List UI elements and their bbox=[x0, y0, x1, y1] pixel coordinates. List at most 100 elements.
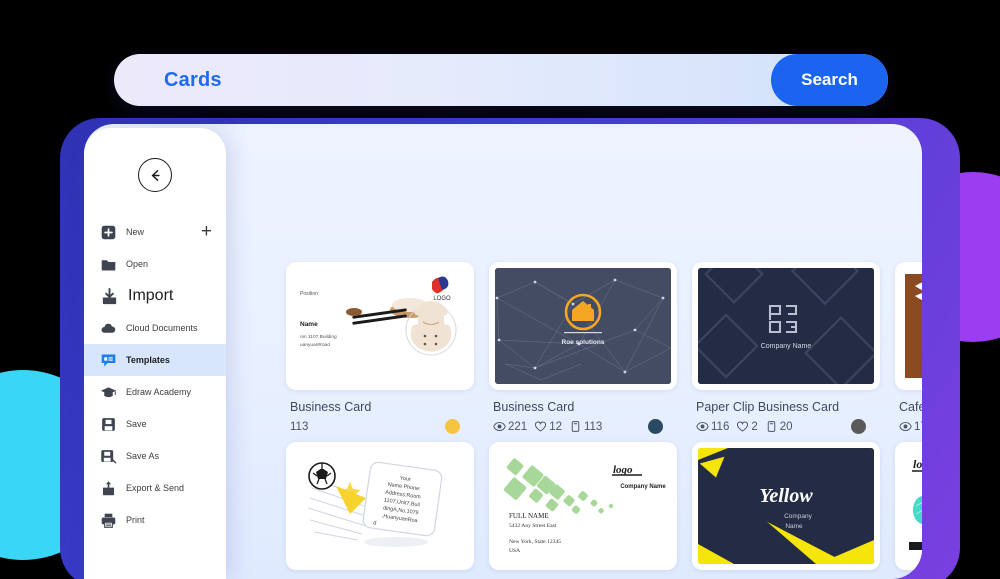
template-stats: 221 12 113 bbox=[493, 419, 677, 434]
sidebar-item-label: New bbox=[126, 227, 145, 237]
yellow-sub-2: Name bbox=[785, 523, 803, 530]
template-title: Cafe Business Card bbox=[899, 400, 922, 414]
avatar bbox=[851, 419, 866, 434]
save-as-icon bbox=[101, 449, 117, 463]
yellow-illustration: Yellow Company Name bbox=[698, 448, 874, 564]
plus-icon[interactable]: + bbox=[201, 222, 212, 241]
sidebar-item-label: Edraw Academy bbox=[126, 387, 192, 397]
sidebar-item-cloud-documents[interactable]: Cloud Documents bbox=[84, 312, 226, 344]
copy-icon bbox=[571, 421, 580, 432]
template-title: Business Card bbox=[290, 400, 372, 414]
monogram-company-label: Company Name bbox=[761, 343, 812, 350]
sidebar: New + Open Import Cloud Documents Templa… bbox=[84, 128, 226, 579]
chef-address-1: om 1107,Building bbox=[300, 334, 337, 340]
template-card[interactable]: LOGO Position Name om 1107,Building uany… bbox=[286, 262, 474, 434]
sidebar-item-save-as[interactable]: Save As bbox=[84, 440, 226, 472]
sidebar-item-label: Save As bbox=[126, 451, 160, 461]
sidebar-item-templates[interactable]: Templates bbox=[84, 344, 226, 376]
yellow-sub-1: Company bbox=[784, 513, 813, 520]
sidebar-item-print[interactable]: Print bbox=[84, 504, 226, 536]
views-stat: 221 bbox=[493, 420, 527, 433]
copies-stat: 113 bbox=[569, 420, 602, 433]
likes-stat: 2 bbox=[736, 420, 758, 433]
template-copies: 20 bbox=[779, 420, 793, 433]
template-stats: 113 bbox=[290, 419, 474, 434]
templates-grid: LOGO Position Name om 1107,Building uany… bbox=[286, 262, 922, 579]
yellow-headline: Yellow bbox=[759, 485, 813, 507]
chef-position-label: Position bbox=[300, 291, 318, 297]
template-stats: 177 2 26 bbox=[899, 419, 922, 434]
sidebar-item-label: Templates bbox=[126, 355, 170, 365]
leaves-street: 5432 Any Street East bbox=[509, 523, 557, 529]
template-views: 177 bbox=[914, 420, 922, 433]
copy-stat: 113 bbox=[290, 421, 308, 433]
template-card[interactable]: Company Name Paper Clip Business Card 11… bbox=[692, 262, 880, 434]
heart-icon bbox=[737, 421, 749, 432]
arrow-left-icon bbox=[151, 169, 160, 181]
eye-icon bbox=[696, 421, 709, 432]
template-card[interactable]: coffee TEL ADD bbox=[895, 262, 922, 434]
template-thumbnail[interactable]: Company Name bbox=[692, 262, 880, 390]
graduation-cap-icon bbox=[100, 386, 117, 397]
template-art-trees: logo bbox=[901, 448, 922, 564]
template-thumbnail[interactable]: LOGO Position Name om 1107,Building uany… bbox=[286, 262, 474, 390]
leaves-full-name: FULL NAME bbox=[509, 512, 549, 520]
template-art-monogram: Company Name bbox=[698, 268, 874, 384]
template-card[interactable]: logo bbox=[895, 442, 922, 579]
template-likes: 12 bbox=[549, 420, 562, 433]
template-thumbnail[interactable]: Roe solutions bbox=[489, 262, 677, 390]
template-thumbnail[interactable]: Your Name Phone: Address:Room 1107,Unit7… bbox=[286, 442, 474, 570]
polygon-illustration: Roe solutions bbox=[495, 268, 671, 384]
cloud-icon bbox=[101, 323, 116, 333]
views-stat: 116 bbox=[696, 420, 729, 433]
back-button[interactable] bbox=[138, 158, 172, 192]
template-title: Business Card bbox=[493, 400, 575, 414]
template-thumbnail[interactable]: Yellow Company Name bbox=[692, 442, 880, 570]
templates-grid-area: LOGO Position Name om 1107,Building uany… bbox=[272, 248, 922, 579]
chef-logo-label: LOGO bbox=[433, 296, 451, 302]
sidebar-item-export-send[interactable]: Export & Send bbox=[84, 472, 226, 504]
chef-illustration: LOGO Position Name om 1107,Building uany… bbox=[292, 268, 468, 384]
template-views: 116 bbox=[711, 420, 730, 433]
template-card[interactable]: Yellow Company Name Business Card Templa… bbox=[692, 442, 880, 579]
heart-icon bbox=[535, 421, 547, 432]
template-stats: 116 2 20 bbox=[696, 419, 880, 434]
import-icon bbox=[102, 287, 117, 304]
template-copies: 113 bbox=[583, 420, 603, 433]
sidebar-item-label: Save bbox=[126, 419, 147, 429]
leaves-company-label: Company Name bbox=[620, 484, 666, 490]
copies-stat: 20 bbox=[765, 420, 793, 433]
eye-icon bbox=[899, 421, 912, 432]
leaves-city: New York, State 12345 bbox=[509, 539, 561, 545]
polygon-company-label: Roe solutions bbox=[562, 339, 605, 346]
chef-name-label: Name bbox=[300, 321, 318, 328]
template-thumbnail[interactable]: coffee TEL ADD bbox=[895, 262, 922, 390]
sidebar-item-open[interactable]: Open bbox=[84, 248, 226, 280]
sidebar-item-label: Import bbox=[128, 287, 174, 304]
template-title: Paper Clip Business Card bbox=[696, 400, 840, 414]
search-bar: Search bbox=[114, 54, 888, 106]
sidebar-item-save[interactable]: Save bbox=[84, 408, 226, 440]
coffee-illustration: coffee TEL ADD bbox=[901, 268, 922, 384]
sidebar-item-edraw-academy[interactable]: Edraw Academy bbox=[84, 376, 226, 408]
views-stat: 177 bbox=[899, 420, 922, 433]
template-art-leaves: logo Company Name FULL NAME 5432 Any Str… bbox=[495, 448, 671, 564]
template-art-yellow: Yellow Company Name bbox=[698, 448, 874, 564]
template-thumbnail[interactable]: logo Company Name FULL NAME 5432 Any Str… bbox=[489, 442, 677, 570]
avatar bbox=[648, 419, 663, 434]
leaves-illustration: logo Company Name FULL NAME 5432 Any Str… bbox=[495, 448, 671, 564]
avatar bbox=[445, 419, 460, 434]
search-input[interactable] bbox=[114, 68, 771, 92]
eye-icon bbox=[493, 421, 506, 432]
template-card[interactable]: logo Company Name FULL NAME 5432 Any Str… bbox=[489, 442, 677, 579]
templates-icon bbox=[101, 354, 116, 366]
template-thumbnail[interactable]: logo bbox=[895, 442, 922, 570]
monogram-illustration: Company Name bbox=[698, 268, 874, 384]
search-button[interactable]: Search bbox=[771, 54, 888, 106]
chef-address-2: uanyuanRoad bbox=[300, 342, 330, 348]
template-card[interactable]: Roe solutions Business Card 221 12 113 bbox=[489, 262, 677, 434]
template-card[interactable]: Your Name Phone: Address:Room 1107,Unit7… bbox=[286, 442, 474, 579]
sidebar-item-import[interactable]: Import bbox=[84, 280, 226, 312]
template-art-coffee: coffee TEL ADD bbox=[901, 268, 922, 384]
sidebar-item-new[interactable]: New + bbox=[84, 216, 226, 248]
